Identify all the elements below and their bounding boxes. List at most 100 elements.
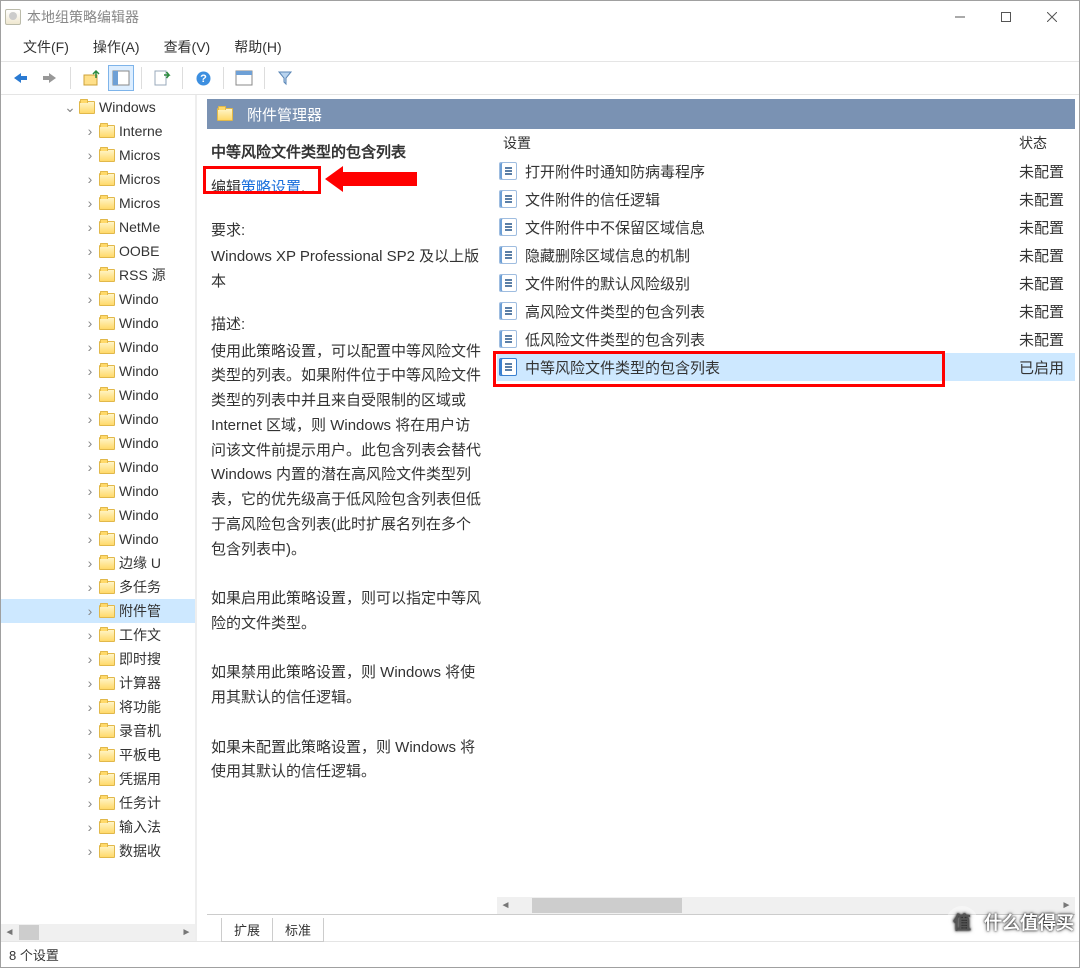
expand-icon[interactable]: › xyxy=(83,532,97,546)
expand-icon[interactable]: › xyxy=(83,244,97,258)
expand-icon[interactable]: › xyxy=(83,340,97,354)
tab-standard[interactable]: 标准 xyxy=(272,918,324,942)
tree-item[interactable]: ›平板电 xyxy=(1,743,195,767)
expand-icon[interactable]: › xyxy=(83,148,97,162)
tree-hscrollbar[interactable]: ◄► xyxy=(1,924,195,941)
collapse-icon[interactable]: ⌄ xyxy=(63,100,77,114)
expand-icon[interactable]: › xyxy=(83,508,97,522)
tree-item[interactable]: › 工作文 xyxy=(1,623,195,647)
expand-icon[interactable]: › xyxy=(83,556,97,570)
expand-icon[interactable]: › xyxy=(83,124,97,138)
expand-icon[interactable]: › xyxy=(83,196,97,210)
tree-item[interactable]: › Windo xyxy=(1,527,195,551)
tree-item[interactable]: ›Windo xyxy=(1,455,195,479)
tree-item[interactable]: ›录音机 xyxy=(1,719,195,743)
tree-item[interactable]: ›Windo xyxy=(1,335,195,359)
expand-icon[interactable]: › xyxy=(83,604,97,618)
tree-item[interactable]: ›边缘 U xyxy=(1,551,195,575)
policy-name: 高风险文件类型的包含列表 xyxy=(525,301,1019,322)
policy-row[interactable]: 隐藏删除区域信息的机制未配置 xyxy=(497,241,1075,269)
tree-item[interactable]: ›附件管 xyxy=(1,599,195,623)
close-button[interactable] xyxy=(1029,1,1075,33)
expand-icon[interactable]: › xyxy=(83,436,97,450)
expand-icon[interactable]: › xyxy=(83,628,97,642)
tree-item[interactable]: ›NetMe xyxy=(1,215,195,239)
expand-icon[interactable]: › xyxy=(83,796,97,810)
tree-item[interactable]: ›Windo xyxy=(1,359,195,383)
menu-action[interactable]: 操作(A) xyxy=(81,35,152,59)
expand-icon[interactable]: › xyxy=(83,316,97,330)
expand-icon[interactable]: › xyxy=(83,364,97,378)
policy-row[interactable]: 中等风险文件类型的包含列表已启用 xyxy=(497,353,1075,381)
folder-icon xyxy=(99,581,115,594)
menu-view[interactable]: 查看(V) xyxy=(152,35,223,59)
folder-icon xyxy=(99,701,115,714)
tree-scroll[interactable]: ⌄Windows›Interne›Micros›Micros›Micros›Ne… xyxy=(1,95,195,924)
tree-item[interactable]: ›凭据用 xyxy=(1,767,195,791)
maximize-button[interactable] xyxy=(983,1,1029,33)
expand-icon[interactable]: › xyxy=(83,388,97,402)
expand-icon[interactable]: › xyxy=(83,748,97,762)
list-body: 打开附件时通知防病毒程序未配置文件附件的信任逻辑未配置文件附件中不保留区域信息未… xyxy=(497,157,1075,897)
tree-item[interactable]: ›输入法 xyxy=(1,815,195,839)
back-button[interactable] xyxy=(7,65,33,91)
col-header-setting[interactable]: 设置 xyxy=(497,133,1019,153)
edit-policy-link[interactable]: 策略设置 xyxy=(241,179,301,196)
tree-item[interactable]: ›RSS 源 xyxy=(1,263,195,287)
forward-button[interactable] xyxy=(37,65,63,91)
expand-icon[interactable]: › xyxy=(83,172,97,186)
policy-row[interactable]: 高风险文件类型的包含列表未配置 xyxy=(497,297,1075,325)
expand-icon[interactable]: › xyxy=(83,412,97,426)
expand-icon[interactable]: › xyxy=(83,772,97,786)
help-button[interactable]: ? xyxy=(190,65,216,91)
policy-row[interactable]: 低风险文件类型的包含列表未配置 xyxy=(497,325,1075,353)
tree-item[interactable]: ›计算器 xyxy=(1,671,195,695)
policy-row[interactable]: 打开附件时通知防病毒程序未配置 xyxy=(497,157,1075,185)
up-button[interactable] xyxy=(78,65,104,91)
expand-icon[interactable]: › xyxy=(83,268,97,282)
show-hide-tree-button[interactable] xyxy=(108,65,134,91)
tree-item[interactable]: ›即时搜 xyxy=(1,647,195,671)
export-button[interactable] xyxy=(149,65,175,91)
tree-item[interactable]: ›多任务 xyxy=(1,575,195,599)
tree-item[interactable]: ›任务计 xyxy=(1,791,195,815)
expand-icon[interactable]: › xyxy=(83,652,97,666)
tree-item[interactable]: ›Windo xyxy=(1,431,195,455)
tab-extended[interactable]: 扩展 xyxy=(221,918,273,942)
tree-item[interactable]: ›Windo xyxy=(1,479,195,503)
expand-icon[interactable]: › xyxy=(83,580,97,594)
tree-label: Windo xyxy=(119,531,159,547)
filter-button[interactable] xyxy=(272,65,298,91)
tree-item[interactable]: ›数据收 xyxy=(1,839,195,863)
tree-item[interactable]: ›Windo xyxy=(1,311,195,335)
tree-item[interactable]: ›Windo xyxy=(1,383,195,407)
policy-row[interactable]: 文件附件的信任逻辑未配置 xyxy=(497,185,1075,213)
minimize-button[interactable] xyxy=(937,1,983,33)
expand-icon[interactable]: › xyxy=(83,676,97,690)
tree-item[interactable]: ›Windo xyxy=(1,407,195,431)
tree-item[interactable]: ›Windo xyxy=(1,287,195,311)
tree-label: 工作文 xyxy=(119,625,161,645)
expand-icon[interactable]: › xyxy=(83,460,97,474)
expand-icon[interactable]: › xyxy=(83,292,97,306)
menu-help[interactable]: 帮助(H) xyxy=(222,35,293,59)
col-header-status[interactable]: 状态 xyxy=(1019,133,1075,153)
tree-parent[interactable]: ⌄Windows xyxy=(1,95,195,119)
expand-icon[interactable]: › xyxy=(83,844,97,858)
policy-row[interactable]: 文件附件的默认风险级别未配置 xyxy=(497,269,1075,297)
menu-file[interactable]: 文件(F) xyxy=(11,35,81,59)
tree-item[interactable]: ›Micros xyxy=(1,191,195,215)
expand-icon[interactable]: › xyxy=(83,220,97,234)
tree-item[interactable]: ›Micros xyxy=(1,143,195,167)
tree-item[interactable]: ›Micros xyxy=(1,167,195,191)
properties-button[interactable] xyxy=(231,65,257,91)
expand-icon[interactable]: › xyxy=(83,484,97,498)
expand-icon[interactable]: › xyxy=(83,724,97,738)
expand-icon[interactable]: › xyxy=(83,820,97,834)
tree-item[interactable]: ›将功能 xyxy=(1,695,195,719)
expand-icon[interactable]: › xyxy=(83,700,97,714)
tree-item[interactable]: ›OOBE xyxy=(1,239,195,263)
tree-item[interactable]: ›Interne xyxy=(1,119,195,143)
tree-item[interactable]: ›Windo xyxy=(1,503,195,527)
policy-row[interactable]: 文件附件中不保留区域信息未配置 xyxy=(497,213,1075,241)
